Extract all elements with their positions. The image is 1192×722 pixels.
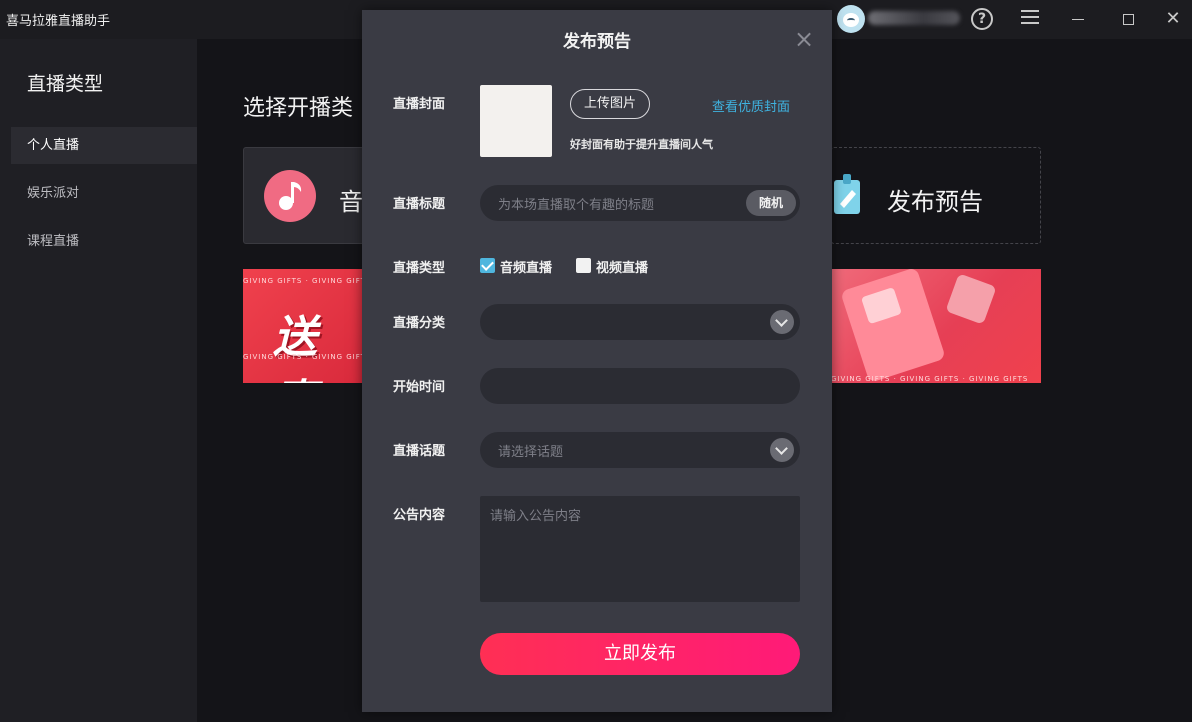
title-placeholder: 为本场直播取个有趣的标题 bbox=[498, 198, 655, 213]
sidebar-item-personal-live[interactable]: 个人直播 bbox=[11, 127, 197, 164]
topic-label: 直播话题 bbox=[393, 444, 446, 459]
start-time-picker[interactable] bbox=[480, 368, 800, 404]
announcement-label: 公告内容 bbox=[393, 508, 446, 523]
sidebar: 直播类型 个人直播 娱乐派对 课程直播 bbox=[0, 39, 197, 722]
title-input[interactable]: 为本场直播取个有趣的标题 随机 bbox=[480, 185, 800, 221]
video-live-option-label[interactable]: 视频直播 bbox=[596, 257, 648, 276]
banner-strip-right: GIVING GIFTS · GIVING GIFTS · GIVING GIF… bbox=[831, 375, 1029, 383]
chevron-down-icon[interactable] bbox=[770, 310, 794, 334]
chevron-down-icon[interactable] bbox=[770, 438, 794, 462]
announcement-textarea[interactable]: 请输入公告内容 bbox=[480, 496, 800, 602]
banner-big-text: 送喜 bbox=[273, 312, 319, 383]
close-window-icon[interactable]: ✕ bbox=[1160, 6, 1186, 32]
phone-illustration bbox=[840, 269, 946, 383]
publish-preview-card-label: 发布预告 bbox=[887, 188, 983, 216]
sidebar-title: 直播类型 bbox=[27, 73, 104, 95]
page-title: 选择开播类 bbox=[243, 96, 354, 121]
sidebar-item-party[interactable]: 娱乐派对 bbox=[11, 175, 197, 212]
upload-image-button[interactable]: 上传图片 bbox=[570, 89, 650, 119]
audio-live-option-label[interactable]: 音频直播 bbox=[500, 257, 552, 276]
video-live-checkbox[interactable] bbox=[576, 258, 591, 273]
cover-hint: 好封面有助于提升直播间人气 bbox=[570, 138, 713, 151]
publish-now-button[interactable]: 立即发布 bbox=[480, 633, 800, 675]
topic-placeholder: 请选择话题 bbox=[498, 445, 564, 460]
maximize-icon[interactable] bbox=[1115, 6, 1141, 32]
help-icon[interactable]: ? bbox=[969, 6, 995, 32]
music-note-icon bbox=[264, 170, 316, 222]
clipboard-icon bbox=[834, 174, 860, 214]
topic-select[interactable]: 请选择话题 bbox=[480, 432, 800, 468]
announcement-placeholder: 请输入公告内容 bbox=[490, 509, 582, 524]
view-quality-covers-link[interactable]: 查看优质封面 bbox=[712, 96, 790, 115]
username-blurred[interactable] bbox=[868, 11, 960, 25]
banner-strip-top: GIVING GIFTS · GIVING GIFTS · GIVING GIF… bbox=[243, 277, 363, 285]
category-select[interactable] bbox=[480, 304, 800, 340]
title-label: 直播标题 bbox=[393, 197, 446, 212]
user-avatar[interactable] bbox=[837, 5, 865, 33]
menu-icon[interactable] bbox=[1017, 6, 1043, 32]
category-label: 直播分类 bbox=[393, 316, 446, 331]
banner-strip-bottom: GIVING GIFTS · GIVING GIFTS · GIVING GIF… bbox=[243, 353, 363, 361]
close-icon[interactable]: × bbox=[792, 27, 816, 51]
dialog-title: 发布预告 bbox=[563, 32, 631, 52]
publish-preview-dialog: 发布预告 × 直播封面 上传图片 查看优质封面 好封面有助于提升直播间人气 直播… bbox=[362, 10, 832, 712]
minimize-icon[interactable] bbox=[1065, 6, 1091, 32]
audio-live-card-label: 音 bbox=[339, 188, 363, 216]
cover-label: 直播封面 bbox=[393, 97, 446, 112]
cover-image-preview[interactable] bbox=[480, 85, 552, 157]
audio-live-checkbox[interactable] bbox=[480, 258, 495, 273]
gift-banner-right[interactable]: GIVING GIFTS · GIVING GIFTS · GIVING GIF… bbox=[831, 269, 1041, 383]
publish-preview-card[interactable]: 发布预告 bbox=[831, 147, 1041, 244]
start-time-label: 开始时间 bbox=[393, 380, 446, 395]
app-title: 喜马拉雅直播助手 bbox=[6, 14, 111, 29]
gift-box-illustration bbox=[945, 273, 997, 325]
gift-banner-left[interactable]: GIVING GIFTS · GIVING GIFTS · GIVING GIF… bbox=[243, 269, 363, 383]
help-glyph: ? bbox=[971, 8, 993, 30]
type-label: 直播类型 bbox=[393, 261, 446, 276]
random-title-button[interactable]: 随机 bbox=[746, 190, 796, 216]
sidebar-item-course-live[interactable]: 课程直播 bbox=[11, 223, 197, 260]
